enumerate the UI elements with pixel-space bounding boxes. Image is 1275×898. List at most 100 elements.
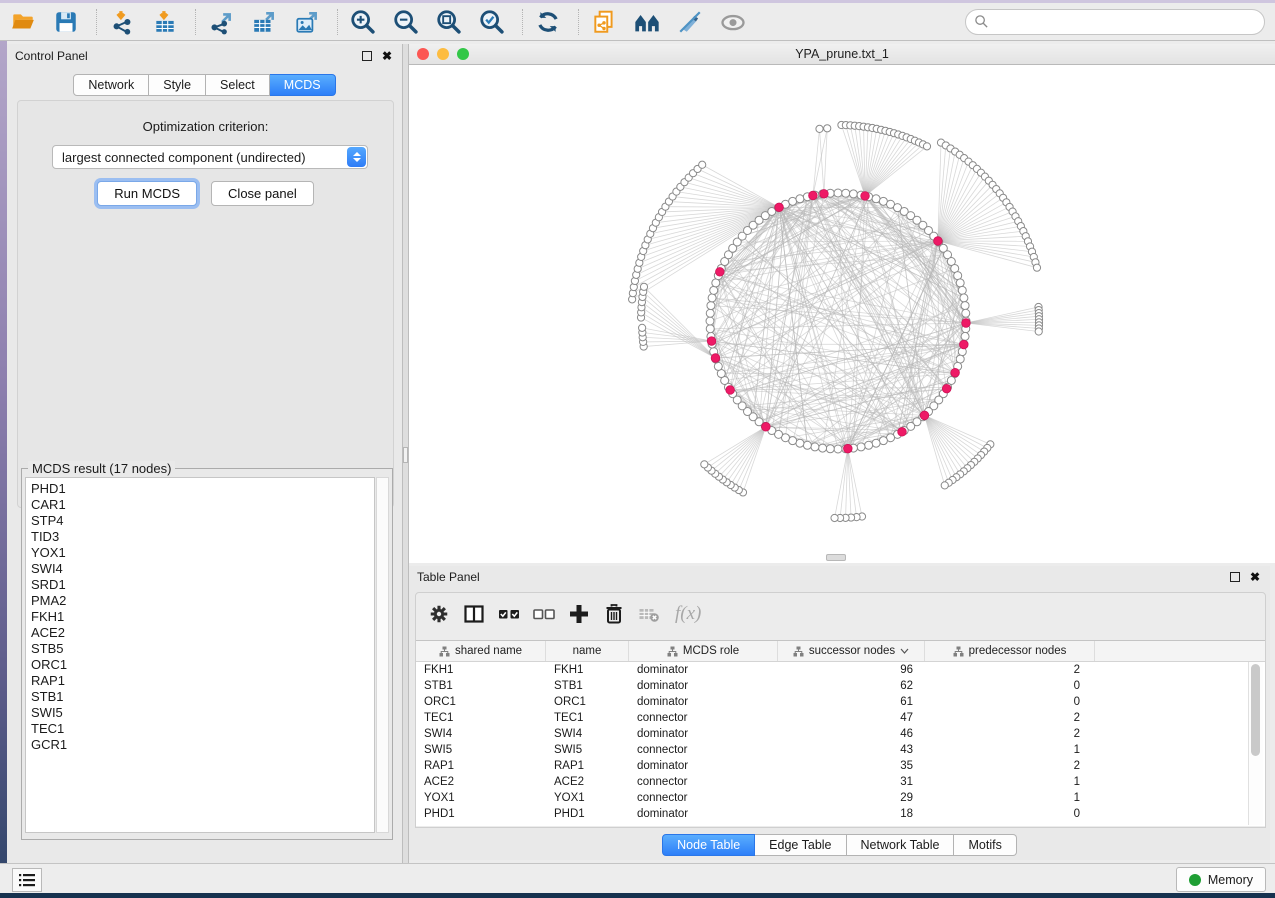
mcds-result-item[interactable]: STB5 (31, 641, 374, 657)
table-cell[interactable]: 1 (925, 744, 1095, 756)
table-row[interactable]: PHD1PHD1dominator180 (416, 806, 1265, 822)
export-network-button[interactable] (206, 7, 236, 37)
tab-edge-table[interactable]: Edge Table (755, 834, 846, 856)
table-cell[interactable]: PHD1 (416, 808, 546, 820)
table-cell[interactable]: ACE2 (546, 776, 629, 788)
import-network-button[interactable] (107, 7, 137, 37)
add-column-button[interactable] (566, 601, 592, 627)
splitter-grip[interactable] (403, 447, 408, 463)
column-header-mcds-role[interactable]: MCDS role (629, 641, 778, 661)
table-row[interactable]: SWI5SWI5connector431 (416, 742, 1265, 758)
mcds-result-item[interactable]: SWI5 (31, 705, 374, 721)
mcds-result-item[interactable]: RAP1 (31, 673, 374, 689)
network-graph[interactable] (409, 65, 1275, 563)
table-cell[interactable]: 96 (778, 664, 925, 676)
table-cell[interactable]: dominator (629, 664, 778, 676)
mcds-result-item[interactable]: GCR1 (31, 737, 374, 753)
mcds-result-scrollbar[interactable] (376, 477, 389, 833)
table-cell[interactable]: dominator (629, 760, 778, 772)
table-cell[interactable]: 2 (925, 728, 1095, 740)
table-settings-button[interactable] (426, 601, 452, 627)
column-header-predecessor-nodes[interactable]: predecessor nodes (925, 641, 1095, 661)
mcds-result-item[interactable]: FKH1 (31, 609, 374, 625)
table-row[interactable]: FKH1FKH1dominator962 (416, 662, 1265, 678)
table-cell[interactable]: 43 (778, 744, 925, 756)
table-cell[interactable]: TEC1 (546, 712, 629, 724)
table-cell[interactable]: 29 (778, 792, 925, 804)
table-cell[interactable]: dominator (629, 696, 778, 708)
table-cell[interactable]: 2 (925, 664, 1095, 676)
table-cell[interactable]: 18 (778, 808, 925, 820)
table-row[interactable]: YOX1YOX1connector291 (416, 790, 1265, 806)
table-cell[interactable]: ACE2 (416, 776, 546, 788)
tab-mcds[interactable]: MCDS (270, 74, 336, 96)
table-cell[interactable]: RAP1 (546, 760, 629, 772)
zoom-out-button[interactable] (391, 7, 421, 37)
table-cell[interactable]: PHD1 (546, 808, 629, 820)
copy-style-button[interactable] (589, 7, 619, 37)
optimization-select[interactable]: largest connected component (undirected) (52, 145, 368, 169)
table-cell[interactable]: ORC1 (546, 696, 629, 708)
table-panel-float-button[interactable] (1228, 570, 1242, 584)
control-panel-close-button[interactable]: ✖ (380, 49, 394, 63)
column-header-successor-nodes[interactable]: successor nodes (778, 641, 925, 661)
table-cell[interactable]: YOX1 (416, 792, 546, 804)
mcds-result-item[interactable]: STB1 (31, 689, 374, 705)
vertical-splitter[interactable] (402, 44, 409, 863)
table-cell[interactable]: 31 (778, 776, 925, 788)
mcds-result-item[interactable]: STP4 (31, 513, 374, 529)
table-cell[interactable]: 47 (778, 712, 925, 724)
table-panel-close-button[interactable]: ✖ (1248, 570, 1262, 584)
mcds-result-item[interactable]: SWI4 (31, 561, 374, 577)
table-cell[interactable]: connector (629, 776, 778, 788)
delete-column-button[interactable] (601, 601, 627, 627)
column-header-name[interactable]: name (546, 641, 629, 661)
table-cell[interactable]: STB1 (546, 680, 629, 692)
table-cell[interactable]: dominator (629, 680, 778, 692)
column-header-shared-name[interactable]: shared name (416, 641, 546, 661)
open-session-button[interactable] (8, 7, 38, 37)
table-scrollbar-thumb[interactable] (1251, 664, 1260, 756)
search-input[interactable] (994, 14, 1256, 30)
tab-network[interactable]: Network (73, 74, 149, 96)
network-canvas[interactable] (409, 65, 1275, 563)
mcds-result-item[interactable]: SRD1 (31, 577, 374, 593)
tab-motifs[interactable]: Motifs (954, 834, 1016, 856)
mcds-result-item[interactable]: ACE2 (31, 625, 374, 641)
table-cell[interactable]: 35 (778, 760, 925, 772)
table-cell[interactable]: RAP1 (416, 760, 546, 772)
zoom-selected-button[interactable] (477, 7, 507, 37)
zoom-in-button[interactable] (348, 7, 378, 37)
memory-button[interactable]: Memory (1176, 867, 1266, 892)
table-cell[interactable]: FKH1 (546, 664, 629, 676)
task-history-button[interactable] (12, 868, 42, 892)
table-cell[interactable]: 62 (778, 680, 925, 692)
table-cell[interactable]: SWI5 (546, 744, 629, 756)
table-cell[interactable]: connector (629, 792, 778, 804)
import-table-button[interactable] (150, 7, 180, 37)
select-all-columns-button[interactable] (496, 601, 522, 627)
mcds-result-item[interactable]: TEC1 (31, 721, 374, 737)
table-row[interactable]: TEC1TEC1connector472 (416, 710, 1265, 726)
export-image-button[interactable] (292, 7, 322, 37)
table-row[interactable]: ORC1ORC1dominator610 (416, 694, 1265, 710)
table-cell[interactable]: SWI4 (416, 728, 546, 740)
mcds-result-item[interactable]: TID3 (31, 529, 374, 545)
close-panel-button[interactable]: Close panel (211, 181, 314, 206)
zoom-fit-button[interactable] (434, 7, 464, 37)
unselect-all-columns-button[interactable] (531, 601, 557, 627)
table-cell[interactable]: connector (629, 712, 778, 724)
mcds-result-list[interactable]: PHD1CAR1STP4TID3YOX1SWI4SRD1PMA2FKH1ACE2… (25, 477, 375, 833)
tab-style[interactable]: Style (149, 74, 206, 96)
table-cell[interactable]: FKH1 (416, 664, 546, 676)
table-cell[interactable]: TEC1 (416, 712, 546, 724)
table-cell[interactable]: 1 (925, 792, 1095, 804)
table-scrollbar[interactable] (1248, 662, 1263, 825)
table-row[interactable]: ACE2ACE2connector311 (416, 774, 1265, 790)
tab-network-table[interactable]: Network Table (847, 834, 955, 856)
table-cell[interactable]: 61 (778, 696, 925, 708)
mcds-result-item[interactable]: CAR1 (31, 497, 374, 513)
run-mcds-button[interactable]: Run MCDS (97, 181, 197, 206)
horizontal-splitter-grip[interactable] (826, 554, 846, 561)
apply-layout-button[interactable] (533, 7, 563, 37)
